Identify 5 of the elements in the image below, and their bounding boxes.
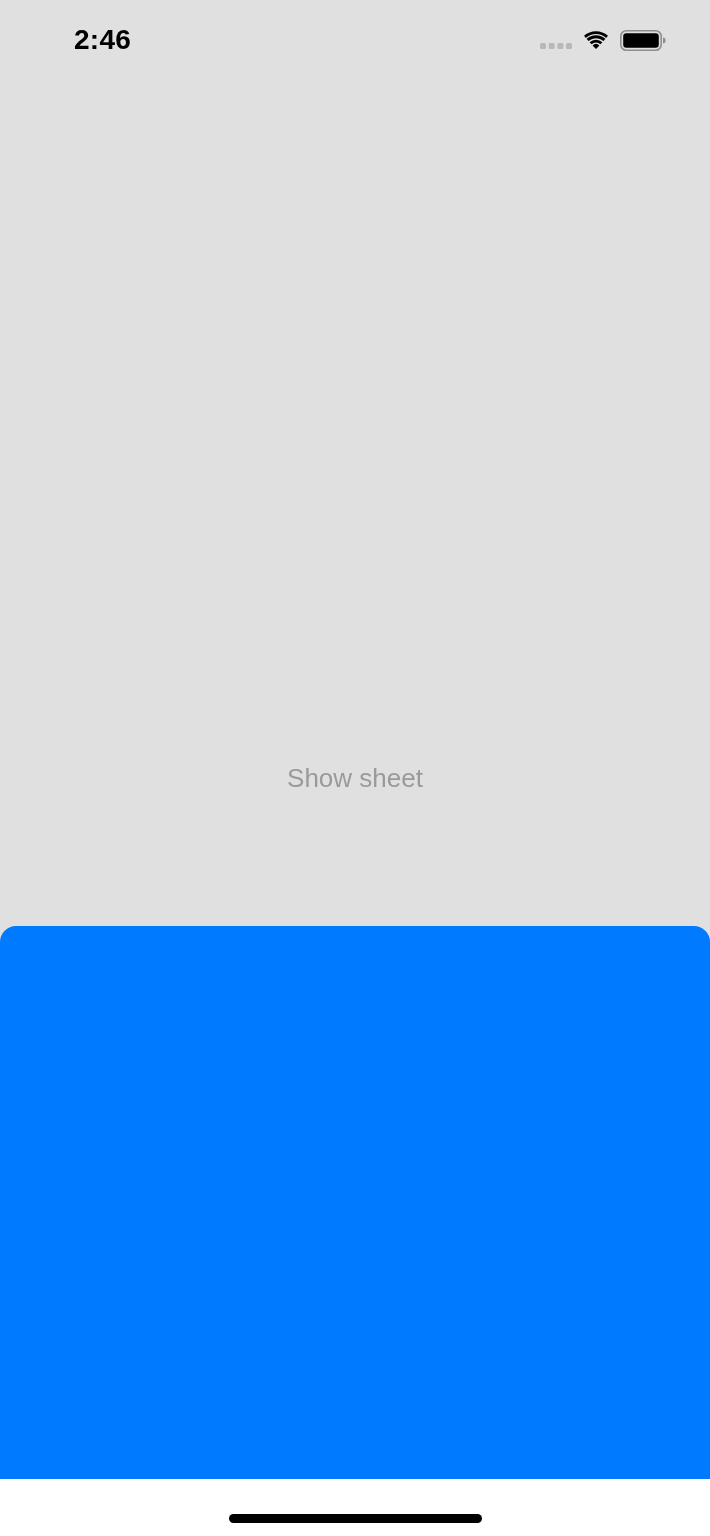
wifi-icon	[584, 31, 608, 49]
signal-icon	[540, 43, 572, 49]
status-time: 2:46	[74, 24, 132, 56]
battery-icon	[620, 29, 666, 51]
show-sheet-button[interactable]: Show sheet	[283, 762, 427, 794]
